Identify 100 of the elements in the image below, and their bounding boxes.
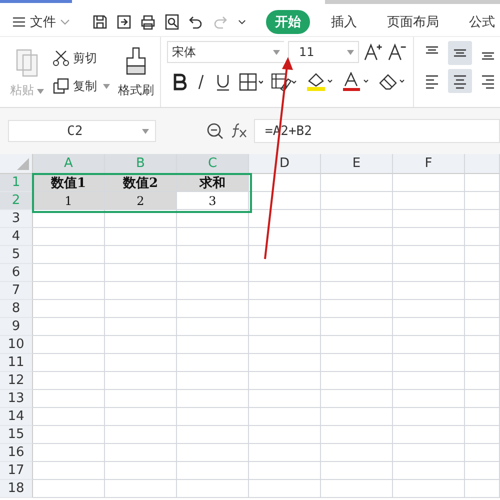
chevron-icon[interactable] [60,18,70,26]
row-header[interactable]: 12 [0,372,33,390]
font-color-icon[interactable] [341,72,369,92]
bold-icon[interactable] [173,73,187,91]
empty-cell [321,264,393,282]
empty-cell [249,372,321,390]
row-header[interactable]: 9 [0,318,33,336]
table-cell: 1 [33,192,105,210]
row-header[interactable]: 15 [0,426,33,444]
empty-cell [393,174,465,192]
caret-icon [103,84,110,88]
format-painter-button[interactable]: 格式刷 [118,46,154,98]
empty-cell [393,390,465,408]
empty-cell [177,408,249,426]
empty-cell [105,336,177,354]
column-header[interactable]: E [321,154,393,174]
caret-icon [272,50,280,54]
empty-cell [393,372,465,390]
empty-cell [465,390,500,408]
empty-cell [321,462,393,480]
font-select[interactable]: 宋体 [167,41,284,63]
empty-cell [249,462,321,480]
scissors-icon [52,49,70,67]
row-header[interactable]: 10 [0,336,33,354]
empty-cell [177,372,249,390]
align-middle-icon[interactable] [448,41,472,65]
column-header[interactable]: D [249,154,321,174]
empty-cell [177,264,249,282]
empty-cell [393,264,465,282]
empty-cell [321,426,393,444]
ribbon-tab[interactable]: 插入 [322,10,366,34]
underline-icon[interactable] [215,73,231,91]
row-header[interactable]: 14 [0,408,33,426]
empty-cell [321,408,393,426]
empty-cell [465,444,500,462]
empty-cell [105,390,177,408]
row-header[interactable]: 7 [0,282,33,300]
copy-button[interactable]: 复制 [52,77,110,95]
conditional-format-icon[interactable] [271,73,297,91]
menu-icon[interactable] [12,16,26,28]
table-cell: 数值2 [105,174,177,192]
row-header[interactable]: 18 [0,480,33,498]
empty-cell [393,228,465,246]
empty-cell [393,354,465,372]
caret-icon [142,128,149,134]
empty-cell [321,300,393,318]
increase-font-icon[interactable] [363,42,384,62]
row-header[interactable]: 17 [0,462,33,480]
eraser-icon[interactable] [377,72,405,92]
row-header[interactable]: 4 [0,228,33,246]
empty-cell [465,282,500,300]
column-header[interactable]: F [393,154,465,174]
fill-color-icon[interactable] [305,72,333,92]
empty-cell [177,246,249,264]
triangle-icon [17,158,29,170]
empty-cell [249,390,321,408]
empty-cell [249,408,321,426]
table-cell: 2 [105,192,177,210]
empty-cell [249,192,321,210]
empty-cell [105,282,177,300]
empty-cell [465,246,500,264]
empty-cell [105,408,177,426]
empty-cell [393,192,465,210]
row-header[interactable]: 8 [0,300,33,318]
empty-cell [321,282,393,300]
empty-cell [393,336,465,354]
empty-cell [465,408,500,426]
file-label[interactable]: 文件 [30,13,56,31]
empty-cell [321,174,393,192]
empty-cell [465,480,500,498]
function-icon[interactable] [230,122,248,140]
empty-cell [393,246,465,264]
empty-cell [321,336,393,354]
file-menu[interactable]: 文件 [12,13,70,31]
empty-cell [465,210,500,228]
name-box[interactable]: C2 [8,120,156,142]
empty-cell [249,264,321,282]
empty-cell [249,210,321,228]
ribbon-tab[interactable]: 公式 [460,10,500,34]
empty-cell [177,444,249,462]
decrease-font-icon[interactable] [387,42,408,62]
ribbon-tab[interactable]: 页面布局 [378,10,448,34]
empty-cell [249,480,321,498]
row-header[interactable]: 11 [0,354,33,372]
empty-cell [321,192,393,210]
empty-cell [105,426,177,444]
row-header[interactable]: 13 [0,390,33,408]
font-size-select[interactable]: 11 [288,41,360,63]
empty-cell [105,210,177,228]
row-header[interactable]: 6 [0,264,33,282]
empty-cell [177,282,249,300]
row-header[interactable]: 16 [0,444,33,462]
align-center-icon[interactable] [448,69,472,93]
zoom-icon[interactable] [206,122,224,140]
row-header[interactable]: 5 [0,246,33,264]
empty-cell [177,300,249,318]
row-header[interactable]: 3 [0,210,33,228]
borders-icon[interactable] [239,73,263,91]
cut-button[interactable]: 剪切 [52,49,110,67]
empty-cell [465,300,500,318]
